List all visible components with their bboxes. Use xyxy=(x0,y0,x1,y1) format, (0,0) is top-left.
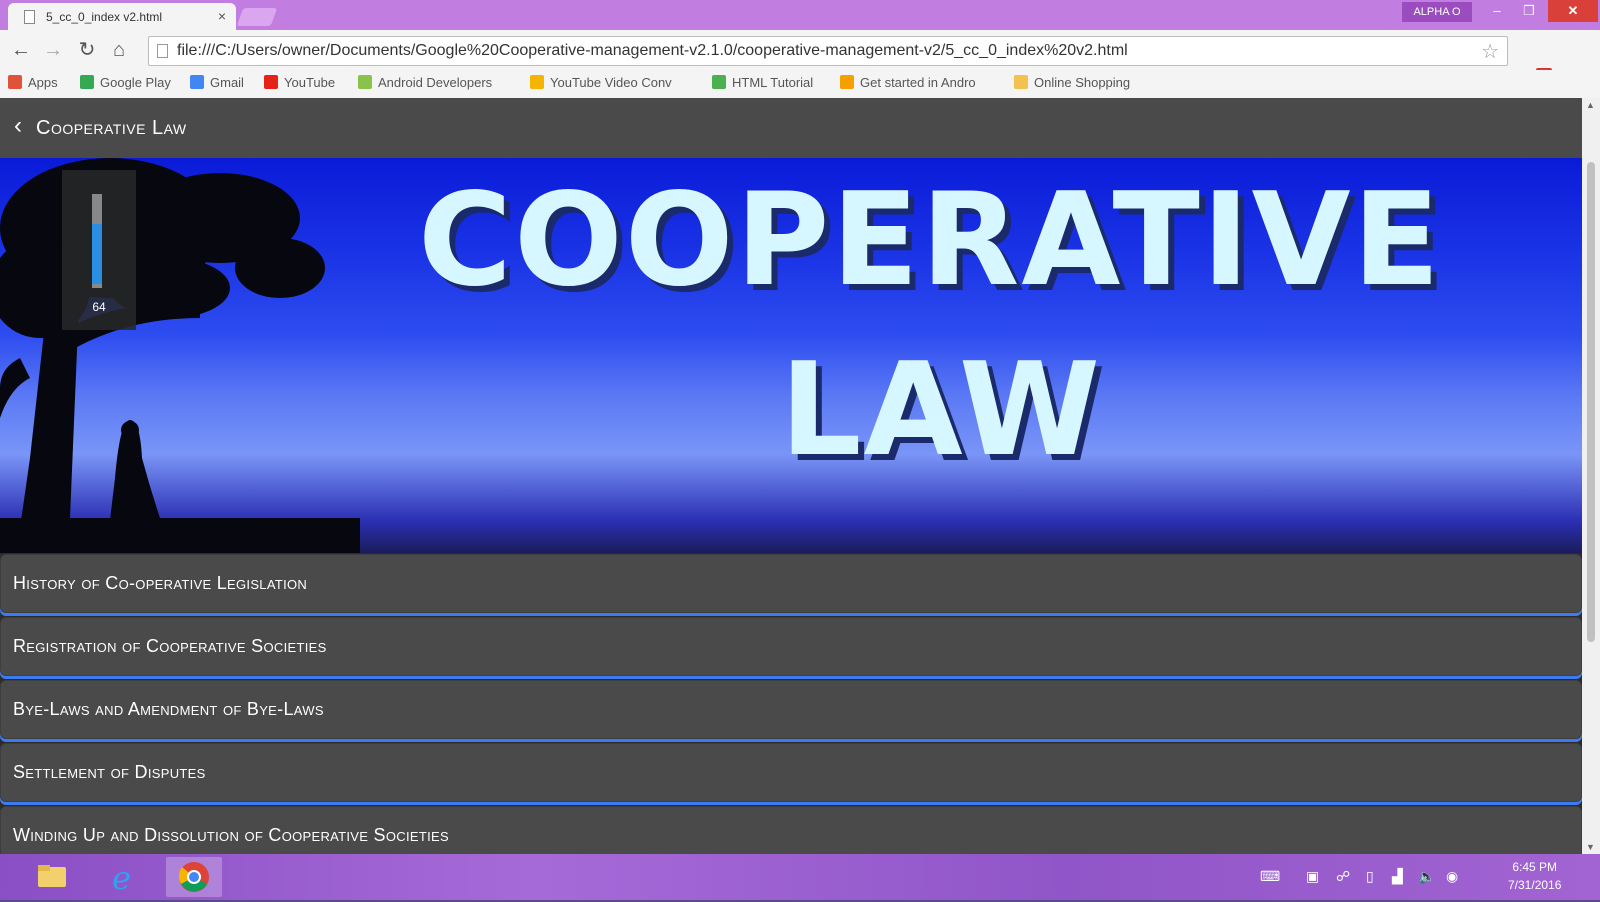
clock-date: 7/31/2016 xyxy=(1508,878,1562,892)
list-item-label: Bye-Laws and Amendment of Bye-Laws xyxy=(13,699,324,719)
close-window-button[interactable]: ✕ xyxy=(1548,0,1598,22)
browser-title-bar: 5_cc_0_index v2.html × ALPHA O – ❐ ✕ xyxy=(0,0,1600,30)
volume-fill xyxy=(92,224,102,284)
new-tab-button[interactable] xyxy=(236,8,278,26)
folder-icon xyxy=(1014,75,1028,89)
list-item-label: Registration of Cooperative Societies xyxy=(13,636,327,656)
keyboard-icon[interactable]: ⌨ xyxy=(1260,868,1280,885)
page-icon xyxy=(157,44,168,58)
bookmark-apps[interactable]: Apps xyxy=(8,75,58,93)
bookmark-gmail[interactable]: Gmail xyxy=(190,75,244,93)
html-icon xyxy=(712,75,726,89)
folder-icon xyxy=(38,865,66,887)
hero-banner: COOPERATIVE LAW xyxy=(0,158,1582,553)
internet-explorer-icon[interactable]: e xyxy=(96,857,152,897)
folder-icon xyxy=(530,75,544,89)
speaker-icon[interactable]: 🔈 xyxy=(1418,868,1435,885)
file-explorer-icon[interactable] xyxy=(24,857,80,897)
chrome-icon[interactable] xyxy=(166,857,222,897)
list-item-label: Settlement of Disputes xyxy=(13,762,206,782)
minimize-button[interactable]: – xyxy=(1482,0,1512,22)
browser-toolbar: ← → ↻ ⌂ file:///C:/Users/owner/Documents… xyxy=(0,30,1600,88)
apps-icon xyxy=(8,75,22,89)
hero-title-line2: LAW xyxy=(780,336,1103,485)
page-content: ‹ Cooperative Law COOPERATIVE LAW Histor… xyxy=(0,98,1582,854)
bookmarks-bar: Apps Google Play Gmail YouTube Android D… xyxy=(0,70,1600,99)
list-item-registration[interactable]: Registration of Cooperative Societies xyxy=(0,617,1582,676)
tab-title: 5_cc_0_index v2.html xyxy=(46,10,163,24)
page-title: Cooperative Law xyxy=(36,117,187,139)
reload-icon[interactable]: ↻ xyxy=(74,37,100,63)
bookmark-google-play[interactable]: Google Play xyxy=(80,75,171,93)
signal-icon[interactable]: ▟ xyxy=(1392,868,1403,885)
list-item-label: Winding Up and Dissolution of Cooperativ… xyxy=(13,825,449,845)
scroll-up-arrow-icon[interactable]: ▲ xyxy=(1586,100,1595,110)
scroll-down-arrow-icon[interactable]: ▼ xyxy=(1586,842,1595,852)
profile-button[interactable]: ALPHA O xyxy=(1402,2,1472,22)
list-item-label: History of Co-operative Legislation xyxy=(13,573,308,593)
play-icon xyxy=(80,75,94,89)
youtube-icon xyxy=(264,75,278,89)
ie-icon: e xyxy=(112,859,131,897)
scrollbar-thumb[interactable] xyxy=(1587,162,1595,642)
list-item-history-legislation[interactable]: History of Co-operative Legislation xyxy=(0,554,1582,613)
maximize-button[interactable]: ❐ xyxy=(1514,0,1544,22)
back-chevron-icon[interactable]: ‹ xyxy=(14,112,22,140)
bookmark-android-developers[interactable]: Android Developers xyxy=(358,75,492,93)
tray-app-icon[interactable]: ▣ xyxy=(1306,868,1319,885)
bookmark-online-shopping[interactable]: Online Shopping xyxy=(1014,75,1130,93)
flame-icon xyxy=(840,75,854,89)
bookmark-get-started-android[interactable]: Get started in Andro xyxy=(840,75,976,93)
bookmark-star-icon[interactable]: ☆ xyxy=(1481,39,1499,64)
bookmark-youtube[interactable]: YouTube xyxy=(264,75,335,93)
security-shield-icon[interactable]: ◉ xyxy=(1446,868,1458,885)
browser-tab[interactable]: 5_cc_0_index v2.html × xyxy=(8,3,236,30)
list-item-winding-up[interactable]: Winding Up and Dissolution of Cooperativ… xyxy=(0,806,1582,854)
windows-taskbar: e ⌨ ▣ ☍ ▯ ▟ 🔈 ◉ 6:45 PM 7/31/2016 xyxy=(0,854,1600,900)
system-clock[interactable]: 6:45 PM 7/31/2016 xyxy=(1508,858,1561,894)
hero-title-line1: COOPERATIVE xyxy=(418,166,1442,315)
url-text[interactable]: file:///C:/Users/owner/Documents/Google%… xyxy=(177,42,1128,60)
bookmark-html-tutorial[interactable]: HTML Tutorial xyxy=(712,75,813,93)
volume-overlay: 64 xyxy=(62,170,136,330)
volume-label: 64 xyxy=(92,300,106,314)
battery-icon[interactable]: ▯ xyxy=(1366,868,1374,885)
list-item-settlement-disputes[interactable]: Settlement of Disputes xyxy=(0,743,1582,802)
clock-time: 6:45 PM xyxy=(1512,860,1558,874)
chrome-logo-icon xyxy=(178,862,209,892)
svg-text:e: e xyxy=(112,859,131,897)
tree-silhouette xyxy=(0,158,360,553)
address-bar[interactable]: file:///C:/Users/owner/Documents/Google%… xyxy=(148,36,1508,66)
page-scrollbar[interactable]: ▲ ▼ xyxy=(1582,98,1600,854)
list-item-bye-laws[interactable]: Bye-Laws and Amendment of Bye-Laws xyxy=(0,680,1582,739)
bookmark-youtube-video-conv[interactable]: YouTube Video Conv xyxy=(530,75,672,93)
home-icon[interactable]: ⌂ xyxy=(106,37,132,63)
forward-arrow-icon[interactable]: → xyxy=(40,37,66,63)
network-tray-icon[interactable]: ☍ xyxy=(1336,868,1350,885)
android-icon xyxy=(358,75,372,89)
app-header: ‹ Cooperative Law xyxy=(0,98,1582,158)
document-icon xyxy=(24,10,35,24)
back-arrow-icon[interactable]: ← xyxy=(8,37,34,63)
tab-close-icon[interactable]: × xyxy=(218,8,226,24)
google-icon xyxy=(190,75,204,89)
